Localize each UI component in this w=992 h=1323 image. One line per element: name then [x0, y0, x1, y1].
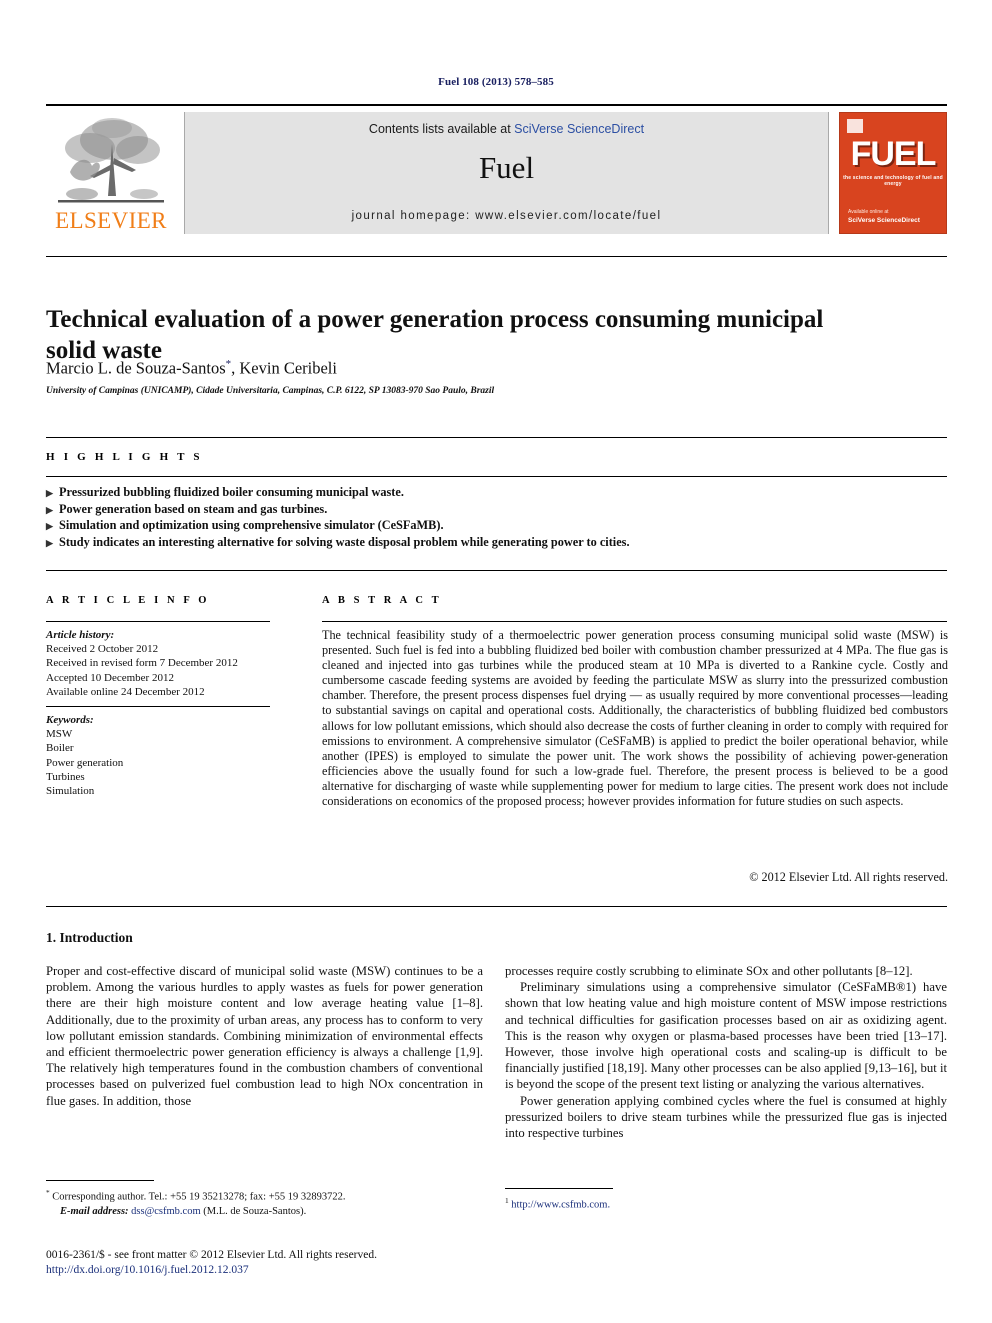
triangle-bullet-icon: ▶: [46, 521, 53, 532]
triangle-bullet-icon: ▶: [46, 537, 53, 548]
email-link[interactable]: dss@csfmb.com: [131, 1206, 200, 1217]
history-entry: Accepted 10 December 2012: [46, 671, 174, 684]
list-item: ▶ Study indicates an interesting alterna…: [46, 535, 926, 552]
footnote-right: 1 http://www.csfmb.com.: [505, 1194, 945, 1213]
body-column-right: processes require costly scrubbing to el…: [505, 963, 947, 1141]
keywords-divider: [46, 706, 270, 707]
article-info-divider: [46, 621, 270, 622]
keywords-label: Keywords:: [46, 714, 94, 726]
history-entry: Received 2 October 2012: [46, 643, 159, 656]
paragraph: processes require costly scrubbing to el…: [505, 964, 913, 978]
keyword-item: Power generation: [46, 756, 124, 769]
article-info-heading: A R T I C L E I N F O: [46, 595, 210, 606]
body-column-left: Proper and cost-effective discard of mun…: [46, 963, 483, 1109]
title-divider: [46, 256, 947, 257]
running-head: Fuel 108 (2013) 578–585: [438, 76, 554, 88]
article-page: Fuel 108 (2013) 578–585 ELSEVIER Content…: [0, 0, 992, 1323]
contents-prefix: Contents lists available at: [368, 122, 515, 136]
journal-homepage-link[interactable]: journal homepage: www.elsevier.com/locat…: [185, 210, 828, 222]
abstract-heading: A B S T R A C T: [322, 595, 442, 606]
cover-title: FUEL: [850, 135, 937, 173]
list-item: ▶ Power generation based on steam and ga…: [46, 502, 926, 519]
history-entry: Received in revised form 7 December 2012: [46, 657, 238, 670]
page-title: Technical evaluation of a power generati…: [46, 305, 824, 364]
author-list: Marcio L. de Souza-Santos*, Kevin Ceribe…: [46, 358, 876, 379]
footnote-left-divider: [46, 1180, 154, 1181]
keyword-item: Simulation: [46, 785, 95, 798]
elsevier-mark-icon: [847, 119, 863, 133]
article-history-label: Article history:: [46, 629, 115, 641]
keyword-item: MSW: [46, 728, 73, 741]
paragraph: Power generation applying combined cycle…: [505, 1093, 947, 1141]
author-primary: Marcio L. de Souza-Santos: [46, 358, 226, 378]
abstract-text: The technical feasibility study of a the…: [322, 628, 948, 809]
sciencedirect-link[interactable]: SciVerse ScienceDirect: [514, 122, 644, 136]
cover-footer: Available online at SciVerse ScienceDire…: [848, 209, 920, 226]
email-label: E-mail address:: [60, 1205, 129, 1217]
corresponding-author-note: * Corresponding author. Tel.: +55 19 352…: [46, 1186, 486, 1205]
highlights-top-divider: [46, 437, 947, 438]
cover-subtitle: the science and technology of fuel and e…: [843, 175, 943, 187]
highlights-bottom-divider: [46, 570, 947, 571]
email-suffix: (M.L. de Souza-Santos).: [203, 1205, 307, 1217]
highlight-text: Study indicates an interesting alternati…: [59, 534, 630, 549]
keywords-block: Keywords: MSW Boiler Power generation Tu…: [46, 713, 274, 798]
imprint-block: 0016-2361/$ - see front matter © 2012 El…: [46, 1248, 486, 1278]
doi-link[interactable]: http://dx.doi.org/10.1016/j.fuel.2012.12…: [46, 1263, 486, 1278]
issn-copyright-line: 0016-2361/$ - see front matter © 2012 El…: [46, 1249, 377, 1261]
section-heading-introduction: 1. Introduction: [46, 930, 133, 945]
article-history: Article history: Received 2 October 2012…: [46, 628, 274, 699]
cover-footer-line2: SciVerse ScienceDirect: [848, 217, 920, 225]
paragraph: Proper and cost-effective discard of mun…: [46, 964, 483, 1108]
triangle-bullet-icon: ▶: [46, 504, 53, 515]
highlight-text: Power generation based on steam and gas …: [59, 501, 328, 516]
footnote-marker: 1: [505, 1196, 509, 1205]
highlight-text: Pressurized bubbling fluidized boiler co…: [59, 485, 404, 499]
contents-available-line: Contents lists available at SciVerse Sci…: [185, 122, 828, 136]
copyright-line: © 2012 Elsevier Ltd. All rights reserved…: [749, 870, 948, 884]
keyword-item: Turbines: [46, 770, 85, 783]
footnote-url-link[interactable]: http://www.csfmb.com.: [511, 1200, 610, 1211]
elsevier-logo: ELSEVIER: [46, 112, 176, 234]
keyword-item: Boiler: [46, 742, 74, 755]
list-item: ▶ Simulation and optimization using comp…: [46, 518, 926, 535]
history-entry: Available online 24 December 2012: [46, 685, 205, 698]
paragraph: Preliminary simulations using a comprehe…: [505, 980, 947, 1092]
cover-footer-line1: Available online at: [848, 208, 889, 215]
footnote-right-divider: [505, 1188, 613, 1189]
corresponding-author-text: Corresponding author. Tel.: +55 19 35213…: [52, 1191, 346, 1203]
triangle-bullet-icon: ▶: [46, 488, 53, 498]
email-note: E-mail address: dss@csfmb.com (M.L. de S…: [46, 1205, 486, 1219]
affiliation: University of Campinas (UNICAMP), Cidade…: [46, 386, 495, 396]
highlights-mid-divider: [46, 476, 947, 477]
elsevier-wordmark: ELSEVIER: [55, 208, 167, 233]
abstract-divider: [322, 621, 947, 622]
author-secondary: , Kevin Ceribeli: [231, 358, 337, 378]
footnote-marker: *: [46, 1188, 50, 1197]
highlights-heading: H I G H L I G H T S: [46, 451, 203, 463]
elsevier-tree-icon: [58, 118, 164, 203]
journal-title: Fuel: [478, 150, 535, 185]
footnote-left: * Corresponding author. Tel.: +55 19 352…: [46, 1186, 486, 1219]
journal-cover-thumbnail: FUEL the science and technology of fuel …: [839, 112, 947, 234]
journal-masthead: ELSEVIER Contents lists available at Sci…: [46, 104, 947, 236]
highlight-text: Simulation and optimization using compre…: [59, 518, 444, 533]
highlights-list: ▶ Pressurized bubbling fluidized boiler …: [46, 485, 926, 551]
masthead-center-panel: Contents lists available at SciVerse Sci…: [184, 112, 829, 234]
list-item: ▶ Pressurized bubbling fluidized boiler …: [46, 485, 926, 502]
abstract-bottom-divider: [46, 906, 947, 907]
